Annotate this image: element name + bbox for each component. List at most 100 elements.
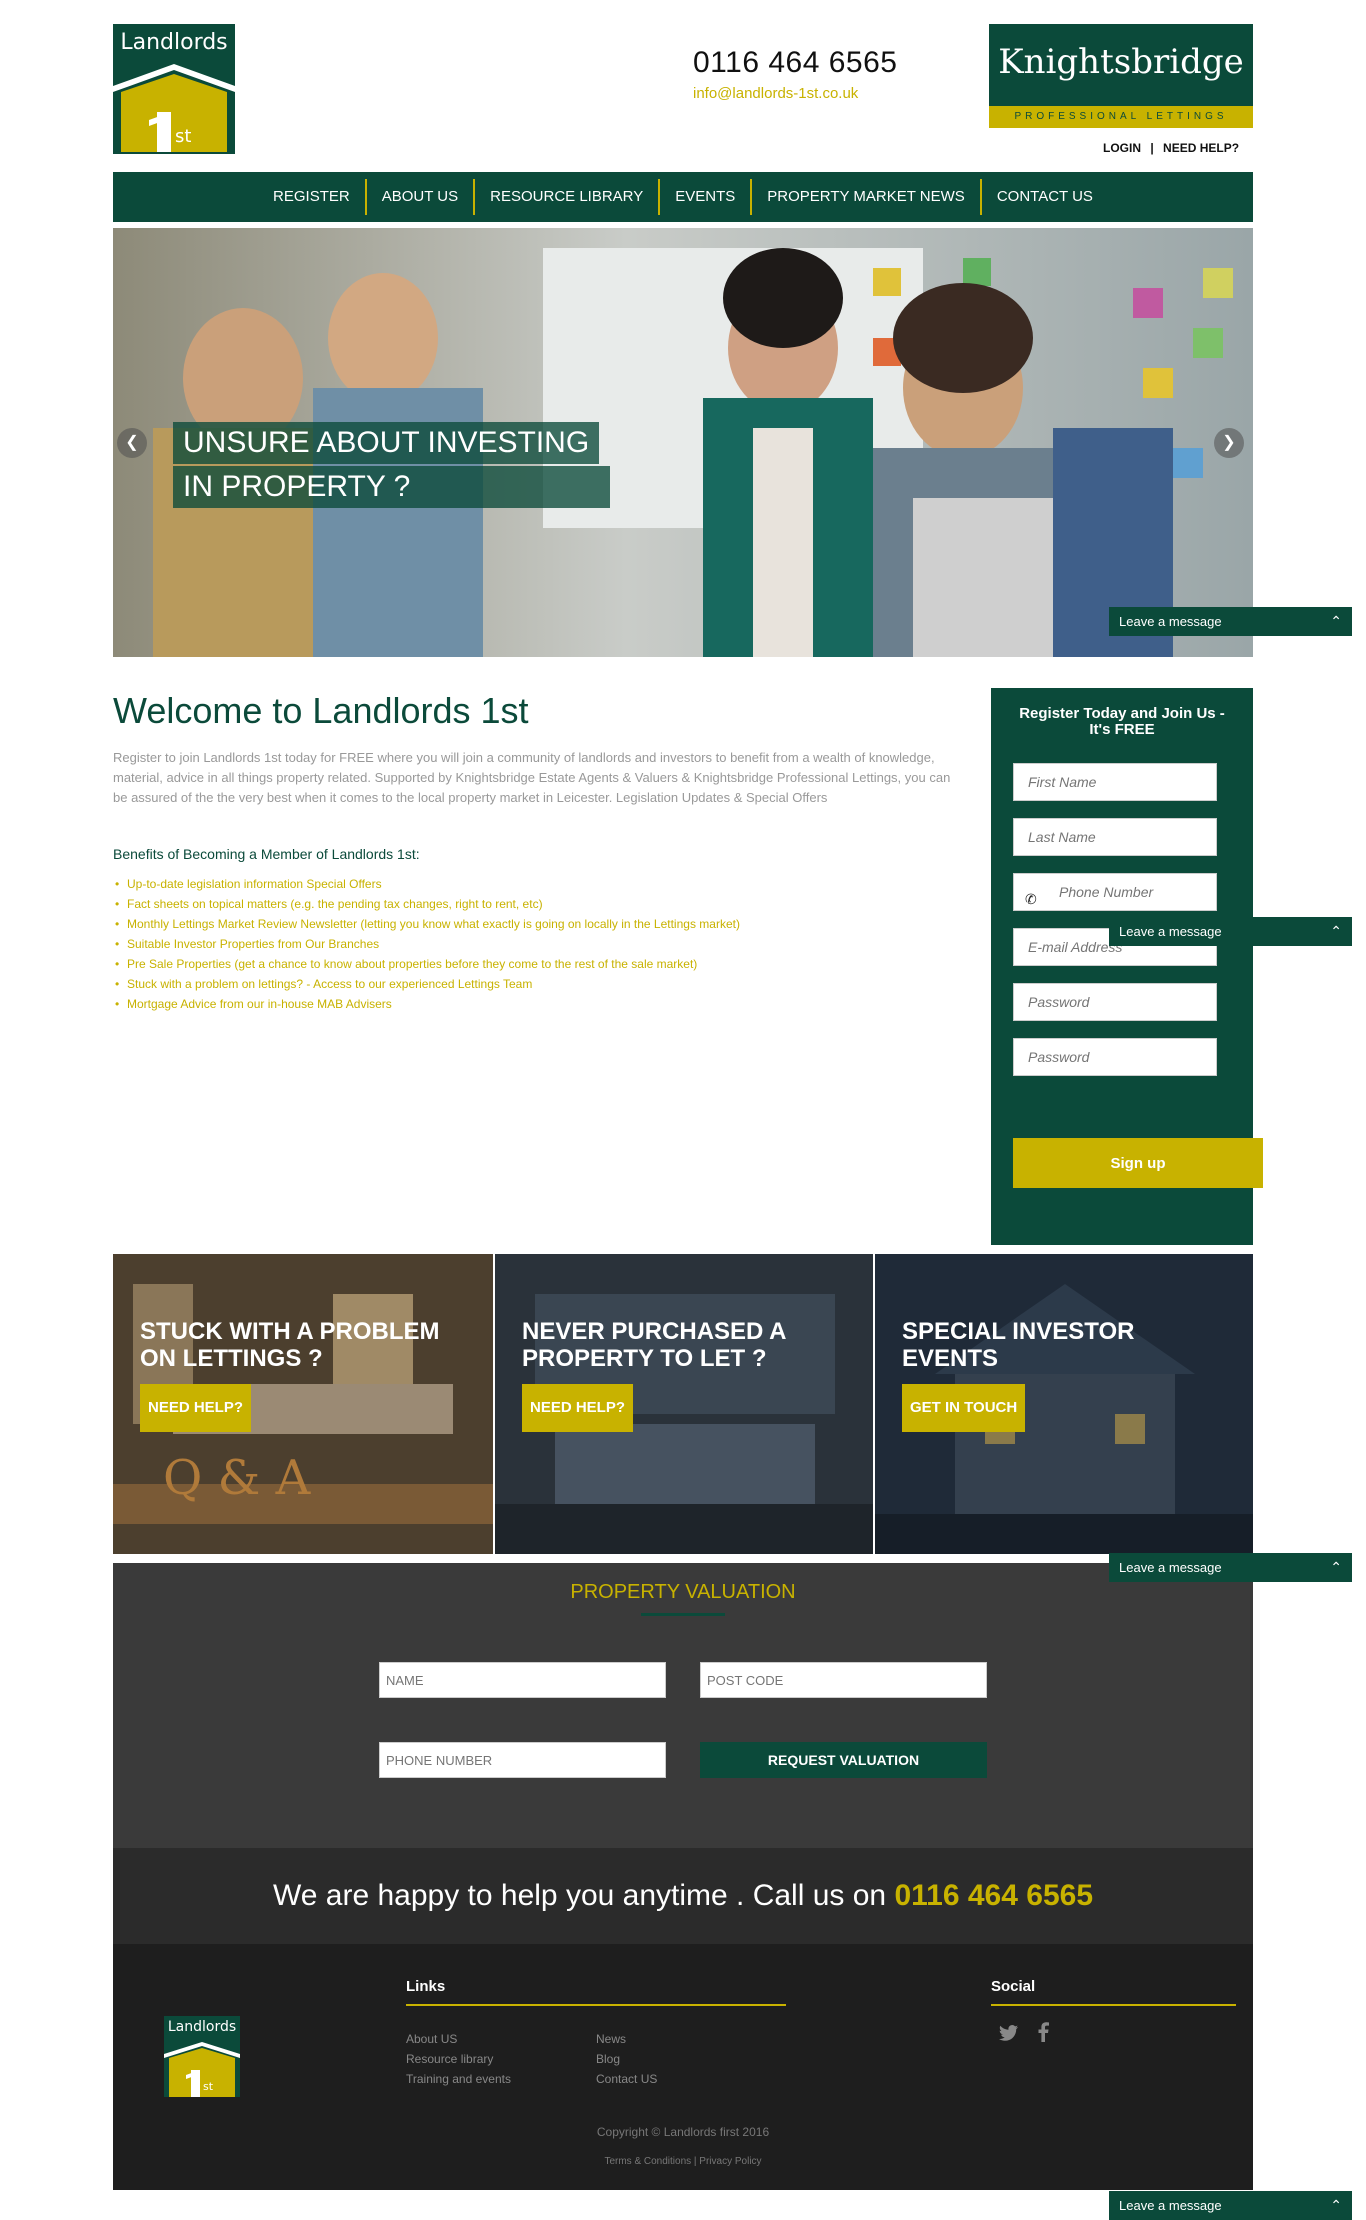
copyright: Copyright © Landlords first 2016 [596,2125,770,2139]
password-confirm-field[interactable] [1013,1038,1217,1076]
partner-name: Knightsbridge [998,42,1244,82]
chevron-right-icon: ❯ [1222,434,1236,451]
leave-message-tab[interactable]: Leave a message ⌃ [1109,917,1352,946]
footer: Landlords st Links About US Resource lib… [113,1944,1253,2190]
house-logo-icon: st [113,64,235,152]
list-item: Fact sheets on topical matters (e.g. the… [113,894,953,914]
tile-never-purchased[interactable]: NEVER PURCHASED A PROPERTY TO LET ? NEED… [493,1254,873,1554]
hero-slider: ❮ ❯ UNSURE ABOUT INVESTING IN PROPERTY ? [113,228,1253,657]
hero-caption-line-2: IN PROPERTY ? [173,466,610,508]
get-in-touch-button[interactable]: GET IN TOUCH [902,1384,1026,1432]
call-banner-number[interactable]: 0116 464 6565 [894,1879,1093,1912]
list-item: Mortgage Advice from our in-house MAB Ad… [113,994,953,1014]
site-logo[interactable]: Landlords st [113,24,235,154]
need-help-link[interactable]: NEED HELP? [1163,141,1239,155]
chevron-up-icon: ⌃ [1330,1559,1342,1575]
list-item: Suitable Investor Properties from Our Br… [113,934,953,954]
account-links: LOGIN | NEED HELP? [1103,141,1239,155]
main-nav: REGISTER ABOUT US RESOURCE LIBRARY EVENT… [113,172,1253,222]
header-email[interactable]: info@landlords-1st.co.uk [693,85,858,102]
footer-logo[interactable]: Landlords st [164,2016,240,2097]
register-panel: Register Today and Join Us - It's FREE ✆… [991,688,1263,1245]
hero-next-button[interactable]: ❯ [1214,428,1244,458]
chevron-up-icon: ⌃ [1330,613,1342,629]
register-title: Register Today and Join Us - It's FREE [1019,705,1225,738]
leave-message-tab[interactable]: Leave a message ⌃ [1109,2191,1352,2220]
list-item: Pre Sale Properties (get a chance to kno… [113,954,953,974]
leave-message-tab[interactable]: Leave a message ⌃ [1109,1553,1352,1582]
hero-prev-button[interactable]: ❮ [117,428,147,458]
request-valuation-button[interactable]: REQUEST VALUATION [700,1742,987,1778]
feature-tiles: Q & A STUCK WITH A PROBLEM ON LETTINGS ?… [113,1254,1253,1554]
nav-item-property-market-news[interactable]: PROPERTY MARKET NEWS [752,179,982,215]
footer-links-title: Links [406,1978,446,1995]
nav-item-resource-library[interactable]: RESOURCE LIBRARY [475,179,661,215]
footer-link-blog[interactable]: Blog [596,2052,620,2066]
list-item: Stuck with a problem on lettings? - Acce… [113,974,953,994]
login-link[interactable]: LOGIN [1103,141,1141,155]
partner-tagline: PROFESSIONAL LETTINGS [989,106,1253,128]
house-logo-icon: st [164,2042,240,2097]
chevron-up-icon: ⌃ [1330,2197,1342,2213]
call-banner-text: We are happy to help you anytime . Call … [272,1879,895,1912]
chevron-left-icon: ❮ [125,434,139,451]
svg-text:Q & A: Q & A [163,1450,312,1506]
leave-message-label: Leave a message [1119,924,1222,939]
partner-logo[interactable]: Knightsbridge PROFESSIONAL LETTINGS [989,24,1253,128]
tile-title: STUCK WITH A PROBLEM ON LETTINGS ? [140,1318,440,1372]
nav-item-about-us[interactable]: ABOUT US [367,179,476,215]
header-phone[interactable]: 0116 464 6565 [693,46,897,80]
nav-item-events[interactable]: EVENTS [660,179,753,215]
password-field[interactable] [1013,983,1217,1021]
welcome-title: Welcome to Landlords 1st [113,690,529,731]
valuation-section: PROPERTY VALUATION REQUEST VALUATION [113,1563,1253,1848]
phone-icon: ✆ [1025,891,1037,907]
leave-message-label: Leave a message [1119,1560,1222,1575]
title-underline [641,1613,725,1616]
tile-lettings-problem[interactable]: Q & A STUCK WITH A PROBLEM ON LETTINGS ?… [113,1254,493,1554]
valuation-name-field[interactable] [379,1662,666,1698]
footer-link-resource-library[interactable]: Resource library [406,2052,493,2066]
need-help-button[interactable]: NEED HELP? [140,1384,252,1432]
chevron-up-icon: ⌃ [1330,923,1342,939]
link-separator: | [1150,141,1154,155]
leave-message-label: Leave a message [1119,614,1222,629]
svg-text:st: st [203,2080,214,2093]
footer-logo-text: Landlords [167,2019,237,2035]
tile-investor-events[interactable]: SPECIAL INVESTOR EVENTS GET IN TOUCH [873,1254,1253,1554]
valuation-postcode-field[interactable] [700,1662,987,1698]
tile-title: NEVER PURCHASED A PROPERTY TO LET ? [522,1318,786,1372]
footer-social-rule [991,2004,1236,2006]
logo-text: Landlords [120,30,228,55]
hero-caption: UNSURE ABOUT INVESTING IN PROPERTY ? [173,422,610,510]
first-name-field[interactable] [1013,763,1217,801]
benefits-list: Up-to-date legislation information Speci… [113,874,953,1014]
list-item: Up-to-date legislation information Speci… [113,874,953,894]
footer-links-rule [406,2004,786,2006]
twitter-icon[interactable] [999,2024,1019,2047]
signup-button[interactable]: Sign up [1013,1138,1263,1188]
footer-link-training[interactable]: Training and events [406,2072,511,2086]
valuation-phone-field[interactable] [379,1742,666,1778]
leave-message-label: Leave a message [1119,2198,1222,2213]
call-banner: We are happy to help you anytime . Call … [113,1848,1253,1944]
need-help-button[interactable]: NEED HELP? [522,1384,634,1432]
leave-message-tab[interactable]: Leave a message ⌃ [1109,607,1352,636]
legal-links[interactable]: Terms & Conditions | Privacy Policy [113,2156,1253,2167]
tile-title: SPECIAL INVESTOR EVENTS [902,1318,1135,1372]
nav-item-contact-us[interactable]: CONTACT US [982,179,1108,215]
benefits-title: Benefits of Becoming a Member of Landlor… [113,846,420,862]
nav-item-register[interactable]: REGISTER [258,179,367,215]
footer-link-news[interactable]: News [596,2032,626,2046]
footer-link-contact[interactable]: Contact US [596,2072,657,2086]
footer-social-title: Social [991,1978,1036,1995]
last-name-field[interactable] [1013,818,1217,856]
welcome-text: Register to join Landlords 1st today for… [113,750,951,805]
valuation-title: PROPERTY VALUATION [570,1581,796,1603]
hero-caption-line-1: UNSURE ABOUT INVESTING [173,422,600,464]
facebook-icon[interactable] [1037,2022,1049,2047]
svg-text:st: st [175,126,191,147]
list-item: Monthly Lettings Market Review Newslette… [113,914,953,934]
phone-field[interactable] [1013,873,1217,911]
footer-link-about[interactable]: About US [406,2032,457,2046]
